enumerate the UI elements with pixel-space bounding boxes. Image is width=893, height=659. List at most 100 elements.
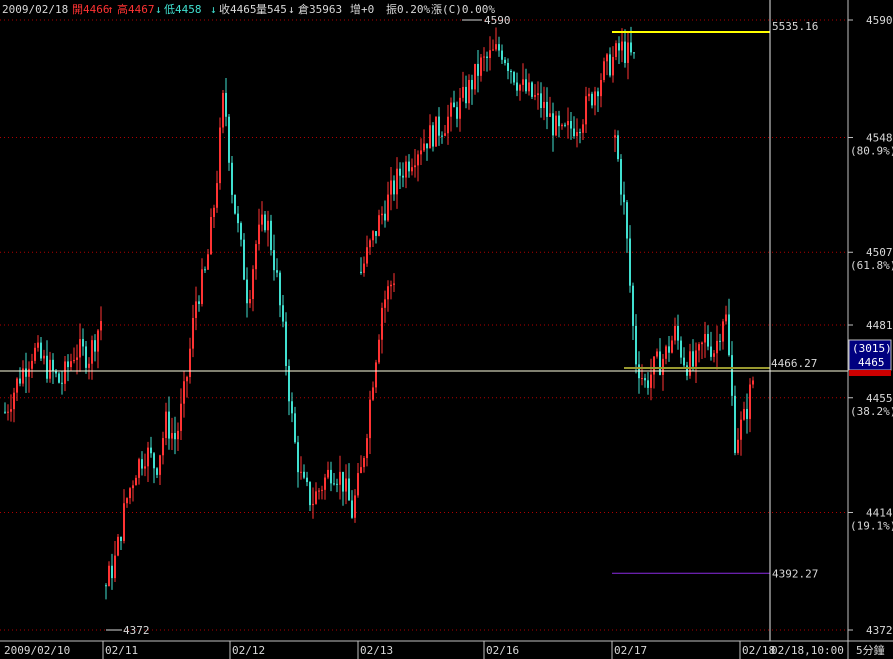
- candle-body: [456, 107, 458, 119]
- candle-body: [315, 491, 317, 504]
- candle-body: [378, 215, 380, 236]
- candle-body: [378, 339, 380, 363]
- candle-body: [372, 387, 374, 400]
- candle-body: [73, 359, 75, 362]
- candle-body: [372, 231, 374, 241]
- candle-body: [366, 438, 368, 459]
- x-tick-label: 02/16: [486, 644, 519, 657]
- candle-body: [195, 301, 197, 318]
- candle-body: [420, 150, 422, 155]
- candle-body: [138, 459, 140, 478]
- candle-body: [546, 101, 548, 117]
- candle-body: [680, 340, 682, 358]
- candle-body: [629, 238, 631, 286]
- candle-body: [516, 82, 518, 91]
- candle-body: [522, 79, 524, 85]
- header-oi: 倉35963: [298, 2, 342, 16]
- candle-body: [650, 374, 652, 388]
- candlestick-chart[interactable]: 459043725535.164392.274466.27(3015)4465 …: [0, 0, 893, 659]
- candle-body: [177, 430, 179, 440]
- candle-body: [16, 378, 18, 393]
- header-vol-arrow: ↓: [288, 3, 295, 16]
- candle-body: [375, 231, 377, 236]
- yellow-line-label: 5535.16: [772, 20, 818, 33]
- candle-body: [327, 469, 329, 478]
- candle-body: [111, 565, 113, 579]
- y-tick-percent: (80.9%): [850, 145, 893, 158]
- candle-body: [324, 477, 326, 490]
- candle-body: [444, 133, 446, 136]
- candle-body: [600, 79, 602, 97]
- candle-body: [728, 314, 730, 356]
- candle-body: [147, 447, 149, 467]
- candle-body: [459, 97, 461, 119]
- candle-body: [537, 93, 539, 96]
- candle-body: [234, 194, 236, 214]
- candle-body: [632, 285, 634, 326]
- candle-body: [219, 127, 221, 184]
- candle-body: [507, 63, 509, 71]
- gridlines: [0, 19, 848, 631]
- candle-body: [627, 42, 629, 63]
- candle-body: [267, 220, 269, 231]
- candle-body: [396, 168, 398, 195]
- candle-body: [731, 355, 733, 396]
- candle-body: [558, 115, 560, 127]
- candle-body: [357, 473, 359, 496]
- candle-body: [67, 361, 69, 368]
- candle-body: [615, 43, 617, 57]
- candle-body: [710, 346, 712, 357]
- cursor-time-label: 02/18,10:00: [771, 644, 844, 657]
- candle-body: [701, 342, 703, 345]
- y-tick-percent: (61.8%): [850, 259, 893, 272]
- candle-body: [528, 82, 530, 92]
- candle-body: [441, 135, 443, 137]
- candle-body: [342, 471, 344, 492]
- candle-body: [591, 93, 593, 106]
- y-tick-label: 4481: [866, 319, 893, 332]
- candle-body: [261, 214, 263, 225]
- candle-body: [186, 377, 188, 382]
- x-tick-label: 2009/02/10: [4, 644, 70, 657]
- candle-body: [662, 358, 664, 375]
- candle-body: [159, 455, 161, 475]
- candle-body: [300, 471, 302, 473]
- candle-body: [309, 482, 311, 506]
- candle-body: [495, 44, 497, 50]
- candle-body: [567, 121, 569, 126]
- candle-body: [707, 333, 709, 347]
- candle-body: [207, 254, 209, 270]
- candle-body: [369, 399, 371, 439]
- axes: 4590 4548(80.9%) 4507(61.8%) 4481 4455(38.2%…: [0, 0, 893, 659]
- candle-body: [746, 408, 748, 419]
- candle-body: [210, 217, 212, 255]
- candle-body: [609, 54, 611, 76]
- candle-body: [656, 351, 658, 357]
- purple-line-label: 4392.27: [772, 567, 818, 580]
- candle-body: [70, 361, 72, 368]
- y-tick-label: 4372: [866, 624, 893, 637]
- candle-body: [390, 284, 392, 287]
- candle-body: [411, 167, 413, 172]
- candle-body: [282, 305, 284, 322]
- candle-body: [623, 194, 625, 203]
- candle-body: [737, 439, 739, 453]
- header-close: 收4465: [219, 2, 257, 16]
- candle-body: [641, 378, 643, 380]
- candle-body: [647, 380, 649, 388]
- candle-body: [153, 453, 155, 469]
- price-box-price: 4465: [858, 356, 885, 369]
- candle-body: [249, 299, 251, 304]
- candle-body: [677, 325, 679, 341]
- candle-body: [258, 224, 260, 245]
- candle-body: [345, 478, 347, 492]
- candle-body: [120, 536, 122, 541]
- low-label: 4372: [123, 624, 150, 637]
- candle-body: [740, 419, 742, 440]
- header-amplitude: 振0.20%: [386, 2, 430, 16]
- candle-body: [354, 495, 356, 518]
- candle-body: [348, 478, 350, 501]
- candle-body: [719, 340, 721, 342]
- candle-body: [243, 239, 245, 280]
- candle-body: [626, 202, 628, 239]
